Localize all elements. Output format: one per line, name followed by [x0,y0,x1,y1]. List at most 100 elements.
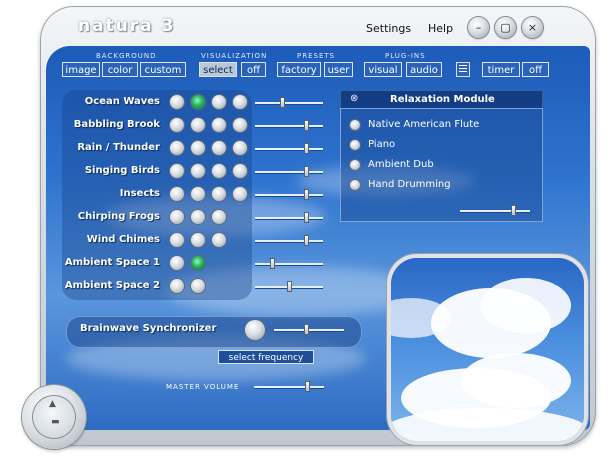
sound-volume-thumb[interactable] [280,97,286,108]
brainwave-label: Brainwave Synchronizer [80,323,217,334]
sound-volume-thumb[interactable] [304,189,309,200]
brainwave-slider[interactable] [274,329,344,331]
presets-factory-button[interactable]: factory [277,62,321,77]
sound-volume-thumb[interactable] [304,143,309,154]
relaxation-item-label[interactable]: Ambient Dub [368,159,434,170]
sound-volume-slider[interactable] [255,125,323,127]
relaxation-volume-slider[interactable] [460,210,530,212]
sound-volume-thumb[interactable] [304,235,309,246]
visualization-off-button[interactable]: off [241,62,266,77]
sound-label: Insects [119,188,160,199]
sound-variant-button[interactable] [233,95,247,109]
up-arrow-icon[interactable]: ▲ [49,399,56,409]
sound-volume-slider[interactable] [255,148,323,150]
relaxation-item-toggle[interactable] [350,180,360,190]
timer-off-button[interactable]: off [522,62,549,77]
sound-variant-button[interactable] [170,279,184,293]
relaxation-item-label[interactable]: Hand Drumming [368,179,451,190]
sound-variant-button[interactable] [233,141,247,155]
relaxation-item-toggle[interactable] [350,140,360,150]
background-label: BACKGROUND [96,52,157,60]
relaxation-module-title: Relaxation Module [390,94,495,105]
close-button[interactable]: × [522,17,543,38]
sound-variant-button[interactable] [191,210,205,224]
sound-volume-slider[interactable] [255,217,323,219]
sound-variant-button[interactable] [191,187,205,201]
sound-label: Wind Chimes [86,234,160,245]
sound-volume-thumb[interactable] [304,120,309,131]
sound-variant-button[interactable] [212,164,226,178]
sound-variant-button[interactable] [191,256,205,270]
background-color-button[interactable]: color [102,62,138,77]
sound-variant-button[interactable] [170,164,184,178]
relaxation-item-label[interactable]: Native American Flute [368,119,479,130]
brainwave-toggle[interactable] [245,320,265,340]
list-menu-icon[interactable] [456,62,470,77]
sound-variant-button[interactable] [233,187,247,201]
minimize-button[interactable]: – [468,17,489,38]
presets-label: PRESETS [297,52,336,60]
sound-volume-thumb[interactable] [304,166,309,177]
relaxation-volume-thumb[interactable] [510,205,516,216]
sound-volume-slider[interactable] [255,102,323,104]
select-frequency-button[interactable]: select frequency [218,350,314,364]
plugins-audio-button[interactable]: audio [406,62,442,77]
sound-volume-slider[interactable] [255,171,323,173]
sound-variant-button[interactable] [170,210,184,224]
brainwave-slider-thumb[interactable] [303,324,309,335]
sound-volume-slider[interactable] [255,240,323,242]
sound-variant-button[interactable] [170,95,184,109]
master-volume-thumb[interactable] [304,381,310,392]
sound-volume-thumb[interactable] [287,281,292,292]
sound-variant-button[interactable] [170,233,184,247]
sound-variant-button[interactable] [233,164,247,178]
settings-menu[interactable]: Settings [366,22,411,35]
sound-variant-button[interactable] [212,187,226,201]
sound-label: Singing Birds [84,165,160,176]
sound-label: Rain / Thunder [77,142,160,153]
relaxation-item-toggle[interactable] [350,120,360,130]
sound-variant-button[interactable] [191,95,205,109]
relaxation-item-label[interactable]: Piano [368,139,395,150]
help-menu[interactable]: Help [428,22,453,35]
sound-variant-button[interactable] [212,95,226,109]
master-volume-label: MASTER VOLUME [166,383,240,391]
sound-volume-slider[interactable] [255,263,323,265]
sound-variant-button[interactable] [233,118,247,132]
master-volume-slider[interactable] [254,386,324,388]
minimize-icon: – [475,21,482,34]
sound-variant-button[interactable] [212,141,226,155]
sound-variant-button[interactable] [170,141,184,155]
maximize-icon: ▢ [500,21,511,34]
sound-variant-button[interactable] [212,210,226,224]
plugins-visual-button[interactable]: visual [364,62,402,77]
sound-variant-button[interactable] [191,118,205,132]
sound-variant-button[interactable] [170,256,184,270]
down-arrow-icon[interactable]: ▬ [51,417,60,427]
sound-variant-button[interactable] [170,187,184,201]
relaxation-module-panel [340,90,543,222]
background-custom-button[interactable]: custom [140,62,186,77]
sound-volume-thumb[interactable] [270,258,275,269]
visualization-label: VISUALIZATION [201,52,268,60]
sound-volume-thumb[interactable] [304,212,309,223]
timer-button[interactable]: timer [482,62,520,77]
sound-variant-button[interactable] [191,233,205,247]
sound-variant-button[interactable] [212,118,226,132]
sound-label: Babbling Brook [73,119,160,130]
presets-user-button[interactable]: user [324,62,353,77]
visualization-select-button[interactable]: select [199,62,237,77]
sound-variant-button[interactable] [191,164,205,178]
relaxation-item-toggle[interactable] [350,160,360,170]
maximize-button[interactable]: ▢ [495,17,516,38]
sound-variant-button[interactable] [170,118,184,132]
app-logo: natura 3 [78,16,176,36]
sound-label: Chirping Frogs [77,211,160,222]
background-image-button[interactable]: image [62,62,100,77]
sound-variant-button[interactable] [212,233,226,247]
sound-variant-button[interactable] [191,279,205,293]
sound-variant-button[interactable] [191,141,205,155]
sound-volume-slider[interactable] [255,194,323,196]
collapse-icon[interactable]: ⊗ [350,93,358,104]
sound-label: Ambient Space 1 [64,257,160,268]
